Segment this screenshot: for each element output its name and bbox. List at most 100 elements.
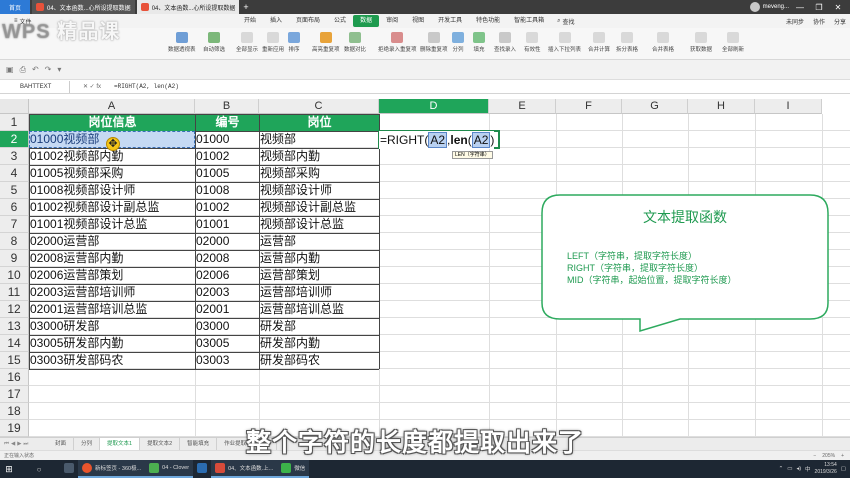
- home-tab[interactable]: 首页: [0, 0, 30, 14]
- table-cell[interactable]: 研发部内勤: [259, 335, 320, 352]
- table-cell[interactable]: 视频部设计副总监: [259, 199, 356, 216]
- taskbar-app-clover[interactable]: 04 - Clover: [145, 460, 194, 478]
- row-header-11[interactable]: 11: [0, 284, 29, 301]
- tab-view[interactable]: 视图: [405, 14, 431, 28]
- table-cell[interactable]: 研发部码农: [259, 352, 320, 369]
- taskbar-app-browser[interactable]: 新标签页 - 360极...: [78, 460, 146, 478]
- lookup-entry-button[interactable]: 查找录入: [494, 32, 516, 53]
- row-header-5[interactable]: 5: [0, 182, 29, 199]
- refresh-all-button[interactable]: 全部刷新: [722, 32, 744, 53]
- table-cell[interactable]: 02000: [195, 233, 229, 250]
- taskbar-app-wps[interactable]: 04、文本函数.上...: [211, 460, 278, 478]
- column-header-c[interactable]: C: [259, 99, 379, 114]
- new-tab-button[interactable]: +: [243, 2, 248, 12]
- table-cell[interactable]: 02008: [195, 250, 229, 267]
- column-header-i[interactable]: I: [755, 99, 822, 114]
- tab-developer[interactable]: 开发工具: [431, 14, 469, 28]
- table-cell[interactable]: 运营部培训师: [259, 284, 332, 301]
- column-header-b[interactable]: B: [195, 99, 259, 114]
- tab-start[interactable]: 开始: [237, 14, 263, 28]
- table-cell[interactable]: 03000: [195, 318, 229, 335]
- taskbar-app-task-view[interactable]: [60, 460, 78, 478]
- column-header-a[interactable]: A: [29, 99, 195, 114]
- table-cell[interactable]: 02003: [195, 284, 229, 301]
- table-cell[interactable]: 01002: [195, 199, 229, 216]
- taskbar-app-explorer[interactable]: [193, 460, 211, 478]
- table-cell[interactable]: 研发部: [259, 318, 296, 335]
- split-table-button[interactable]: 拆分表格: [616, 32, 638, 53]
- remove-duplicates-button[interactable]: 删除重复项: [420, 32, 448, 53]
- table-cell[interactable]: 03000研发部: [29, 318, 99, 335]
- row-header-4[interactable]: 4: [0, 165, 29, 182]
- sheet-tab-cover[interactable]: 封面: [48, 438, 75, 450]
- tray-up-icon[interactable]: ⌃: [779, 466, 784, 472]
- table-cell[interactable]: 01002: [195, 148, 229, 165]
- table-cell[interactable]: 02001运营部培训总监: [29, 301, 147, 318]
- table-cell[interactable]: 视频部内勤: [259, 148, 320, 165]
- column-header-e[interactable]: E: [489, 99, 556, 114]
- table-cell[interactable]: 01000: [195, 131, 229, 148]
- zoom-in-icon[interactable]: +: [841, 453, 844, 459]
- input-language[interactable]: 中: [805, 465, 811, 473]
- network-icon[interactable]: ▭: [787, 466, 792, 472]
- table-cell[interactable]: 运营部: [259, 233, 296, 250]
- table-cell[interactable]: 视频部采购: [259, 165, 320, 182]
- table-cell[interactable]: 01001: [195, 216, 229, 233]
- document-tab-1[interactable]: 04、文本函数...心所设提取数据: [32, 0, 135, 14]
- table-cell[interactable]: 运营部策划: [259, 267, 320, 284]
- reapply-button[interactable]: 重新应用: [262, 32, 284, 53]
- row-header-17[interactable]: 17: [0, 386, 29, 403]
- row-header-9[interactable]: 9: [0, 250, 29, 267]
- table-cell[interactable]: 02006: [195, 267, 229, 284]
- table-cell[interactable]: 03005: [195, 335, 229, 352]
- reject-duplicates-button[interactable]: 拒绝录入重复项: [378, 32, 417, 53]
- print-icon[interactable]: ⎙: [20, 65, 26, 75]
- table-cell[interactable]: 02000运营部: [29, 233, 99, 250]
- tab-formulas[interactable]: 公式: [327, 14, 353, 28]
- row-header-15[interactable]: 15: [0, 352, 29, 369]
- pivot-table-button[interactable]: 数据透视表: [168, 32, 196, 53]
- column-header-d[interactable]: D: [379, 99, 489, 114]
- select-all-corner[interactable]: [0, 99, 29, 114]
- table-cell[interactable]: 运营部培训总监: [259, 301, 344, 318]
- row-header-18[interactable]: 18: [0, 403, 29, 420]
- next-sheet-icon[interactable]: ▶: [17, 441, 21, 448]
- sheet-tab-split[interactable]: 分列: [74, 438, 101, 450]
- row-header-16[interactable]: 16: [0, 369, 29, 386]
- row-header-14[interactable]: 14: [0, 335, 29, 352]
- save-icon[interactable]: ▣: [6, 65, 14, 74]
- volume-icon[interactable]: ◂): [796, 466, 801, 472]
- table-cell[interactable]: 01002视频部内勤: [29, 148, 123, 165]
- table-cell[interactable]: 02003运营部培训师: [29, 284, 135, 301]
- first-sheet-icon[interactable]: ⏮: [4, 441, 9, 448]
- merge-table-button[interactable]: 合并表格: [652, 32, 674, 53]
- last-sheet-icon[interactable]: ⏭: [23, 441, 28, 448]
- show-all-button[interactable]: 全部显示: [236, 32, 258, 53]
- row-header-3[interactable]: 3: [0, 148, 29, 165]
- table-cell[interactable]: 02006运营部策划: [29, 267, 123, 284]
- maximize-button[interactable]: ❐: [811, 3, 827, 12]
- user-name[interactable]: meveng...: [763, 4, 789, 10]
- table-cell[interactable]: 03003研发部码农: [29, 352, 123, 369]
- row-header-12[interactable]: 12: [0, 301, 29, 318]
- formula-input[interactable]: =RIGHT(A2, len(A2): [114, 83, 179, 90]
- column-header-h[interactable]: H: [688, 99, 755, 114]
- sort-button[interactable]: 排序: [288, 32, 300, 53]
- column-header-g[interactable]: G: [622, 99, 688, 114]
- sync-status[interactable]: 未同步: [786, 17, 804, 26]
- split-column-button[interactable]: 分列: [452, 32, 464, 53]
- table-cell[interactable]: 02008运营部内勤: [29, 250, 123, 267]
- command-search[interactable]: ⌕ 查找: [557, 14, 574, 28]
- cell-edit-text[interactable]: =RIGHT(A2 ,len(A2): [379, 131, 495, 149]
- row-header-7[interactable]: 7: [0, 216, 29, 233]
- minimize-button[interactable]: —: [792, 3, 808, 12]
- close-button[interactable]: ✕: [830, 3, 846, 12]
- undo-icon[interactable]: ↶: [32, 65, 39, 74]
- table-cell[interactable]: 01005视频部采购: [29, 165, 123, 182]
- row-header-6[interactable]: 6: [0, 199, 29, 216]
- header-cell-position[interactable]: 岗位: [259, 114, 379, 131]
- row-header-2[interactable]: 2: [0, 131, 29, 148]
- table-cell[interactable]: 01005: [195, 165, 229, 182]
- table-cell[interactable]: 01008: [195, 182, 229, 199]
- header-cell-position-info[interactable]: 岗位信息: [29, 114, 195, 131]
